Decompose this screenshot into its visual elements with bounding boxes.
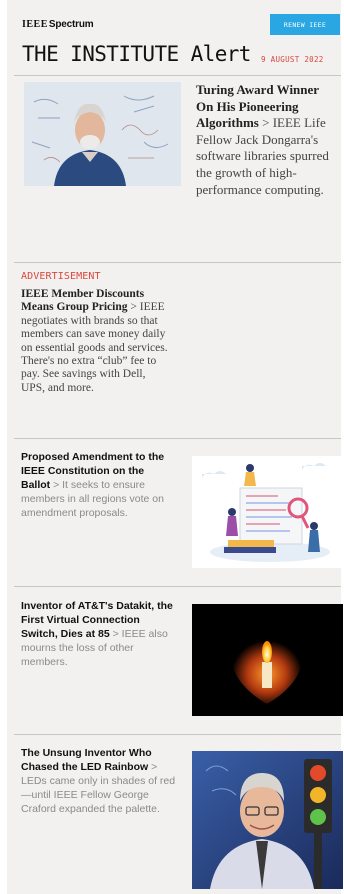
story-datakit[interactable]: Inventor of AT&T's Datakit, the First Vi… [21,600,176,670]
story-amendment-separator: > [50,478,63,491]
lead-story-separator: > [258,115,273,131]
ad-summary: IEEE negotiates with brands so that memb… [21,301,168,394]
brand-spectrum: Spectrum [48,19,94,30]
header-divider [14,75,341,76]
brand-ieee: IEEE [22,19,48,30]
candle-in-hands-image [192,604,343,716]
ieee-spectrum-logo[interactable]: IEEESpectrum [22,19,94,30]
story-amendment-image[interactable] [192,456,343,568]
story-led-separator: > [148,760,158,773]
ad-separator: > [127,301,140,314]
story-2-divider [14,734,341,735]
lead-story[interactable]: Turing Award Winner On His Pioneering Al… [196,82,338,198]
portrait-man-whiteboard-image [24,82,181,186]
issue-date: 9 AUGUST 2022 [261,55,324,64]
story-1-divider [14,586,341,587]
newsletter-page: IEEESpectrum RENEW IEEE THE INSTITUTE Al… [0,0,344,894]
newsletter-title: THE INSTITUTE Alert [22,42,251,66]
story-led-headline[interactable]: The Unsung Inventor Who Chased the LED R… [21,747,152,773]
document-review-illustration [192,456,343,568]
lead-divider [14,262,341,263]
story-led-image[interactable] [192,751,343,889]
man-with-traffic-light-image [192,751,343,889]
story-datakit-separator: > [109,627,122,640]
story-led-summary: LEDs came only in shades of red—until IE… [21,774,176,815]
advertisement-label: ADVERTISEMENT [21,271,101,282]
advertisement-block[interactable]: IEEE Member Discounts Means Group Pricin… [21,288,171,395]
left-margin [0,0,7,894]
story-led[interactable]: The Unsung Inventor Who Chased the LED R… [21,747,176,817]
lead-story-photo[interactable] [24,82,181,186]
story-amendment[interactable]: Proposed Amendment to the IEEE Constitut… [21,451,176,521]
ad-headline[interactable]: IEEE Member Discounts Means Group Pricin… [21,288,144,313]
renew-ieee-button[interactable]: RENEW IEEE [270,14,340,35]
story-datakit-image[interactable] [192,604,343,716]
ad-divider [14,438,341,439]
